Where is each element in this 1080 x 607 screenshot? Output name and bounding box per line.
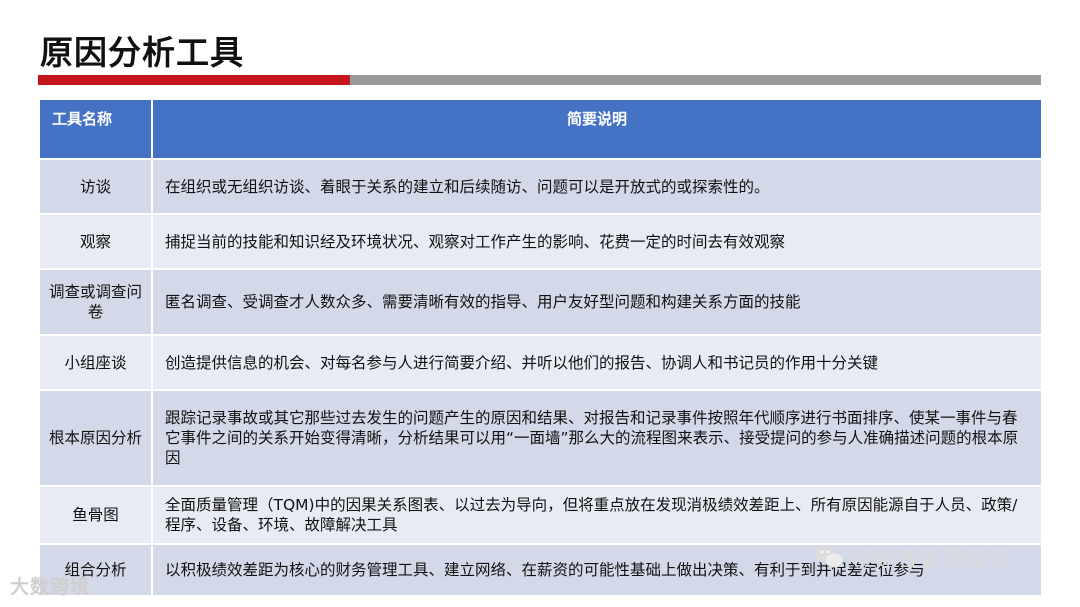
watermark-right: 领导者管理笔记 <box>814 541 1011 573</box>
tool-name-cell: 鱼骨图 <box>38 485 153 545</box>
page-title: 原因分析工具 <box>40 33 244 72</box>
tool-desc-cell: 匿名调查、受调查才人数众多、需要清晰有效的指导、用户友好型问题和构建关系方面的技… <box>151 268 1043 336</box>
header-description: 简要说明 <box>151 98 1043 160</box>
tools-table: 工具名称 简要说明 访谈 在组织或无组织访谈、着眼于关系的建立和后续随访、问题可… <box>38 98 1043 597</box>
tool-name-cell: 小组座谈 <box>38 334 153 391</box>
table-header-row: 工具名称 简要说明 <box>38 98 1043 160</box>
header-tool-name: 工具名称 <box>38 98 153 160</box>
table-row: 小组座谈 创造提供信息的机会、对每名参与人进行简要介绍、并听以他们的报告、协调人… <box>38 334 1043 391</box>
watermark-left: 大数跨境 <box>10 576 91 598</box>
wechat-icon <box>814 544 844 570</box>
watermark-right-text: 领导者管理笔记 <box>850 547 1012 572</box>
table-row: 访谈 在组织或无组织访谈、着眼于关系的建立和后续随访、问题可以是开放式的或探索性… <box>38 158 1043 215</box>
tool-name-cell: 观察 <box>38 213 153 270</box>
tool-desc-cell: 全面质量管理（TQM)中的因果关系图表、以过去为导向，但将重点放在发现消极绩效差… <box>151 485 1043 545</box>
tool-name-cell: 访谈 <box>38 158 153 215</box>
title-underline-gray <box>350 75 1041 85</box>
table-row: 调查或调查问卷 匿名调查、受调查才人数众多、需要清晰有效的指导、用户友好型问题和… <box>38 268 1043 336</box>
title-underline-red <box>38 75 350 85</box>
table-row: 鱼骨图 全面质量管理（TQM)中的因果关系图表、以过去为导向，但将重点放在发现消… <box>38 485 1043 545</box>
tool-desc-cell: 跟踪记录事故或其它那些过去发生的问题产生的原因和结果、对报告和记录事件按照年代顺… <box>151 389 1043 487</box>
tool-desc-cell: 在组织或无组织访谈、着眼于关系的建立和后续随访、问题可以是开放式的或探索性的。 <box>151 158 1043 215</box>
table-row: 观察 捕捉当前的技能和知识经及环境状况、观察对工作产生的影响、花费一定的时间去有… <box>38 213 1043 270</box>
tool-name-cell: 调查或调查问卷 <box>38 268 153 336</box>
tool-desc-cell: 捕捉当前的技能和知识经及环境状况、观察对工作产生的影响、花费一定的时间去有效观察 <box>151 213 1043 270</box>
table-row: 根本原因分析 跟踪记录事故或其它那些过去发生的问题产生的原因和结果、对报告和记录… <box>38 389 1043 487</box>
tool-name-cell: 根本原因分析 <box>38 389 153 487</box>
tool-desc-cell: 创造提供信息的机会、对每名参与人进行简要介绍、并听以他们的报告、协调人和书记员的… <box>151 334 1043 391</box>
